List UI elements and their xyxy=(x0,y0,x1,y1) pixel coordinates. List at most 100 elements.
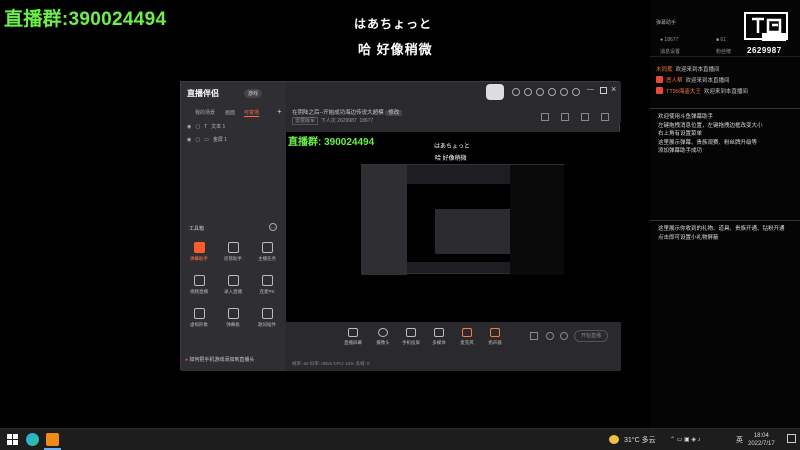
eye-icon: ◉ xyxy=(187,123,192,130)
share-icon[interactable] xyxy=(541,113,549,121)
danmu-assistant-panel: 弹幕助手 ● 18677 ■ 61 消息设置 粉丝榜 木同蕉 欢迎来到本直播间 恶… xyxy=(650,0,800,428)
windows-start-icon[interactable] xyxy=(7,434,19,446)
chat-item: TT99海盗大王 欢迎来到本直播间 xyxy=(656,85,748,96)
board-icon xyxy=(227,308,239,319)
clock[interactable]: 18:04 2022/7/17 xyxy=(748,432,775,448)
help-hint[interactable]: ● 如何把手机游戏添加到直播头 xyxy=(185,356,254,363)
tool-lyrics[interactable]: 歌词插件 xyxy=(251,308,283,336)
tab-fan-rank[interactable]: 粉丝榜 xyxy=(716,48,731,55)
douyu-logo-icon xyxy=(744,12,788,41)
settings-icon[interactable] xyxy=(560,88,568,96)
panel-title: 弹幕助手 xyxy=(656,20,677,26)
subtitle-chinese: 哈 好像稍微 xyxy=(358,42,433,57)
stream-preview[interactable]: 直播群: 390024494 はあちょっと 哈 好像稍微 xyxy=(286,132,621,322)
tab-message-settings[interactable]: 消息设置 xyxy=(660,48,680,55)
divider xyxy=(650,56,800,57)
chat-list: 木同蕉 欢迎来到本直播间 恶人帮 欢迎来到本直播间 TT99海盗大王 欢迎来到本直播间 xyxy=(656,63,748,96)
more-icon[interactable]: … xyxy=(269,223,277,231)
tool-pk[interactable]: 连麦PK xyxy=(251,275,283,303)
tool-danmu-assistant[interactable]: 弹幕助手 xyxy=(183,242,215,270)
close-icon[interactable]: × xyxy=(611,84,616,94)
download-icon xyxy=(227,275,239,286)
eye-icon: ◉ xyxy=(187,136,192,143)
divider xyxy=(650,220,800,221)
video-icon xyxy=(193,275,205,286)
nested-capture xyxy=(361,164,564,275)
scene-item[interactable]: ◉ ▢ T 文本 1 xyxy=(187,123,225,131)
camera-button[interactable]: 摄像头 xyxy=(372,328,394,346)
fullscreen-icon[interactable] xyxy=(601,113,609,121)
avatar[interactable] xyxy=(486,84,504,100)
lock-icon: ▢ xyxy=(195,123,201,130)
chat-icon xyxy=(193,242,205,253)
microphone-button[interactable]: 麦克风 xyxy=(456,328,478,346)
screen-icon: ▭ xyxy=(204,136,209,143)
tab-variable-scene[interactable]: 可变场 xyxy=(244,109,260,117)
help-text: 欢迎使用斗鱼弹幕助手 左键拖拽消息位置，左键拖拽边框改变大小 右上角有设置菜单 … xyxy=(658,114,763,154)
lyrics-icon xyxy=(261,308,273,319)
tool-host-task[interactable]: 主播任务 xyxy=(251,242,283,270)
chat-item: 木同蕉 欢迎来到本直播间 xyxy=(656,66,720,73)
control-bar: 直播屏幕 摄像头 手机投屏 多媒体 麦克风 扬声器 开始直播 帧率: 60 码率… xyxy=(286,322,621,371)
nested-right-panel xyxy=(510,165,564,275)
nested-sidebar xyxy=(362,165,407,275)
refresh-icon[interactable] xyxy=(536,88,544,96)
microphone-icon xyxy=(462,328,472,337)
input-language[interactable]: 英 xyxy=(736,435,743,445)
camera-icon xyxy=(378,328,388,337)
user-badge-icon xyxy=(656,76,663,83)
phone-cast-button[interactable]: 手机投屏 xyxy=(400,328,422,346)
record-icon[interactable] xyxy=(546,332,554,340)
app-sidebar: 直播伴侣 游戏 我的场景 画面 可变场 + ◉ ▢ T 文本 1 ◉ ▢ ▭ 金屏 1 工具… xyxy=(181,82,286,371)
status-bar: 帧率: 60 码率: 0kb/s CPU: 12% 丢帧: 0 xyxy=(292,361,370,366)
group-label: 直播群: xyxy=(4,9,69,30)
group-chat-banner: 直播群:390024494 xyxy=(4,4,166,31)
multimedia-button[interactable]: 多媒体 xyxy=(428,328,450,346)
live-companion-window: 直播伴侣 游戏 我的场景 画面 可变场 + ◉ ▢ T 文本 1 ◉ ▢ ▭ 金屏 1 工具… xyxy=(180,81,621,371)
mail-icon[interactable] xyxy=(548,88,556,96)
preview-subtitle-japanese: はあちょっと xyxy=(434,144,471,150)
screen-capture-button[interactable]: 直播屏幕 xyxy=(342,328,364,346)
preview-subtitle-chinese: 哈 好像稍微 xyxy=(435,156,467,162)
tool-room-manager[interactable]: 房管助手 xyxy=(217,242,249,270)
maximize-icon[interactable] xyxy=(600,87,607,94)
headset-icon[interactable] xyxy=(512,88,520,96)
notification-icon[interactable] xyxy=(787,434,796,443)
stream-meta: 雷霆版军 下人次 2629987 18677 xyxy=(292,117,373,125)
tool-record[interactable]: 录入直播 xyxy=(217,275,249,303)
speaker-button[interactable]: 扬声器 xyxy=(484,328,506,346)
tool-avatar[interactable]: 虚拟形象 xyxy=(183,308,215,336)
minimize-icon[interactable]: — xyxy=(587,86,594,93)
tool-danmu-board[interactable]: 弹幕板 xyxy=(217,308,249,336)
speaker-icon xyxy=(490,328,500,337)
settings-icon[interactable] xyxy=(560,332,568,340)
add-scene-icon[interactable]: + xyxy=(277,107,282,116)
edge-browser-icon[interactable] xyxy=(26,433,39,446)
tab-screen[interactable]: 画面 xyxy=(225,109,235,116)
chat-icon[interactable] xyxy=(524,88,532,96)
app-logo: 直播伴侣 xyxy=(187,89,219,98)
divider xyxy=(650,108,800,109)
menu-icon[interactable] xyxy=(572,88,580,96)
tray-icons[interactable]: ⌃ ▭ ▣ ◈ ♪ xyxy=(670,436,701,443)
game-badge[interactable]: 游戏 xyxy=(244,89,263,98)
layout-icon[interactable] xyxy=(561,113,569,121)
person-icon xyxy=(227,242,239,253)
chat-item: 恶人帮 欢迎来到本直播间 xyxy=(656,74,748,85)
weather-text[interactable]: 31°C 多云 xyxy=(624,435,656,445)
video-icon[interactable] xyxy=(530,332,538,340)
phone-icon xyxy=(406,328,416,337)
live-companion-app-icon[interactable] xyxy=(46,433,59,446)
stream-title: 在阴陆之后--开始成功海边传说大超模 修改 xyxy=(292,108,403,116)
start-live-button[interactable]: 开始直播 xyxy=(574,330,608,342)
scene-item[interactable]: ◉ ▢ ▭ 金屏 1 xyxy=(187,136,227,144)
gift-icon xyxy=(261,242,273,253)
preview-group-banner: 直播群: 390024494 xyxy=(288,137,375,148)
tab-my-scenes[interactable]: 我的场景 xyxy=(195,109,215,116)
edit-title-button[interactable]: 修改 xyxy=(385,110,403,116)
tool-video-live[interactable]: 视频直播 xyxy=(183,275,215,303)
gift-text: 这里展示你收到的礼物、道具、贵族开通、钻粉开通 点击即可设置小礼物屏蔽 xyxy=(658,226,785,241)
upload-icon xyxy=(193,308,205,319)
fan-count: ■ 61 xyxy=(716,37,726,43)
record-icon[interactable] xyxy=(581,113,589,121)
